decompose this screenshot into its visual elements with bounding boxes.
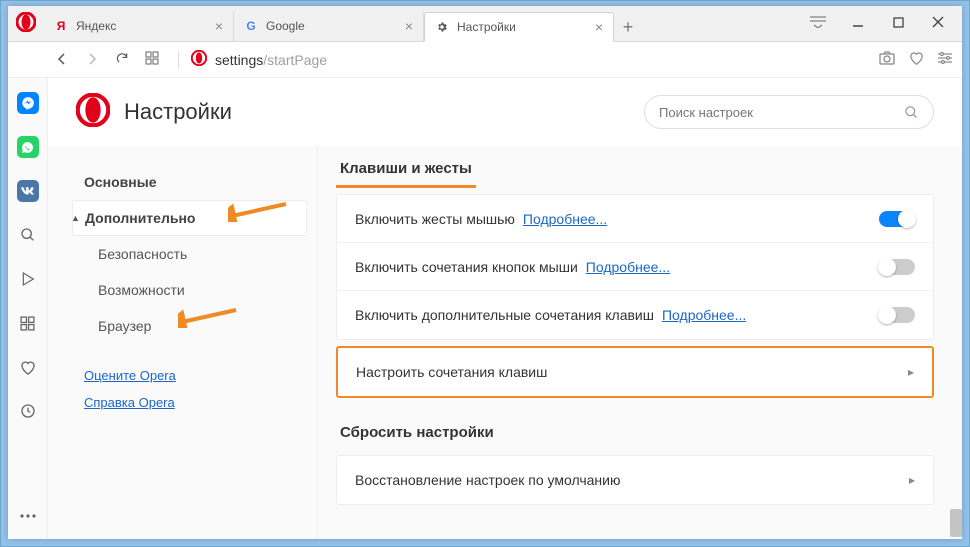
- settings-sidebar: Основные ▲ Дополнительно Безопасность Во…: [48, 146, 318, 539]
- heart-icon[interactable]: [909, 51, 924, 68]
- tab-strip: Я Яндекс × G Google × Настройки × +: [8, 6, 962, 42]
- learn-more-link[interactable]: Подробнее...: [662, 307, 746, 323]
- learn-more-link[interactable]: Подробнее...: [586, 259, 670, 275]
- maximize-button[interactable]: [878, 8, 918, 36]
- vk-icon[interactable]: [17, 180, 39, 202]
- tab-settings[interactable]: Настройки ×: [424, 12, 614, 42]
- snapshot-icon[interactable]: [879, 51, 895, 68]
- opera-url-icon: [191, 50, 207, 69]
- keys-card: Включить жесты мышью Подробнее... Включи…: [336, 194, 934, 340]
- settings-search[interactable]: [644, 95, 934, 129]
- play-icon[interactable]: [17, 268, 39, 290]
- page-title: Настройки: [124, 99, 232, 125]
- setting-label: Включить сочетания кнопок мыши: [355, 259, 578, 275]
- side-rail: [8, 78, 48, 539]
- settings-main: Настройки Основные ▲ Дополнительно: [48, 78, 962, 539]
- sidebar-item-basic[interactable]: Основные: [72, 164, 307, 200]
- back-button[interactable]: [54, 52, 70, 68]
- address-bar: settings/startPage: [8, 42, 962, 78]
- sidebar-item-security[interactable]: Безопасность: [72, 236, 307, 272]
- heart-rail-icon[interactable]: [17, 356, 39, 378]
- setting-row-mouse-gestures: Включить жесты мышью Подробнее...: [337, 195, 933, 243]
- settings-search-input[interactable]: [659, 105, 904, 120]
- sidebar-item-label: Основные: [84, 174, 157, 190]
- minimize-button[interactable]: [838, 8, 878, 36]
- setting-label: Включить жесты мышью: [355, 211, 515, 227]
- opera-menu-icon[interactable]: [16, 12, 36, 37]
- google-icon: G: [244, 19, 258, 33]
- setting-label: Включить дополнительные сочетания клавиш: [355, 307, 654, 323]
- help-opera-link[interactable]: Справка Opera: [72, 395, 307, 410]
- tab-label: Яндекс: [76, 19, 116, 33]
- sidebar-item-label: Безопасность: [98, 246, 187, 262]
- content-area: Настройки Основные ▲ Дополнительно: [8, 78, 962, 539]
- settings-header: Настройки: [48, 78, 962, 146]
- annotation-arrow: [228, 198, 288, 222]
- whatsapp-icon[interactable]: [17, 136, 39, 158]
- yandex-icon: Я: [54, 19, 68, 33]
- sidebar-item-label: Браузер: [98, 318, 151, 334]
- tab-google[interactable]: G Google ×: [234, 11, 424, 41]
- close-window-button[interactable]: [918, 8, 958, 36]
- section-title-keys: Клавиши и жесты: [336, 154, 476, 188]
- forward-button[interactable]: [84, 52, 100, 68]
- toggle-mouse-gestures[interactable]: [879, 211, 915, 227]
- tabs-menu-icon[interactable]: [798, 8, 838, 36]
- learn-more-link[interactable]: Подробнее...: [523, 211, 607, 227]
- window-controls: [798, 8, 958, 36]
- speed-dial-icon[interactable]: [144, 51, 160, 68]
- tab-label: Настройки: [457, 20, 516, 34]
- section-title-reset: Сбросить настройки: [336, 418, 498, 449]
- setting-label: Настроить сочетания клавиш: [356, 364, 547, 380]
- search-icon: [904, 105, 919, 120]
- tab-label: Google: [266, 19, 305, 33]
- close-icon[interactable]: ×: [215, 18, 223, 34]
- chevron-right-icon: ▸: [908, 365, 914, 379]
- setting-label: Восстановление настроек по умолчанию: [355, 472, 620, 488]
- more-icon[interactable]: [17, 505, 39, 527]
- toggle-mouse-chords[interactable]: [879, 259, 915, 275]
- close-icon[interactable]: ×: [405, 18, 413, 34]
- settings-content: Клавиши и жесты Включить жесты мышью Под…: [318, 146, 962, 539]
- configure-shortcuts-card: Настроить сочетания клавиш ▸: [336, 346, 934, 398]
- toggle-extra-shortcuts[interactable]: [879, 307, 915, 323]
- speed-dial-rail-icon[interactable]: [17, 312, 39, 334]
- easy-setup-icon[interactable]: [938, 51, 952, 68]
- browser-window: Я Яндекс × G Google × Настройки × +: [8, 6, 962, 539]
- rate-opera-link[interactable]: Оцените Opera: [72, 368, 307, 383]
- chevron-right-icon: ▸: [909, 473, 915, 487]
- gear-icon: [435, 20, 449, 34]
- scrollbar-thumb[interactable]: [950, 509, 962, 537]
- new-tab-button[interactable]: +: [614, 13, 642, 41]
- tab-yandex[interactable]: Я Яндекс ×: [44, 11, 234, 41]
- messenger-icon[interactable]: [17, 92, 39, 114]
- sidebar-item-label: Возможности: [98, 282, 185, 298]
- chevron-up-icon: ▲: [71, 213, 80, 223]
- sidebar-item-label: Дополнительно: [85, 210, 195, 226]
- annotation-arrow: [178, 304, 238, 328]
- reset-settings-row[interactable]: Восстановление настроек по умолчанию ▸: [337, 456, 933, 504]
- setting-row-extra-shortcuts: Включить дополнительные сочетания клавиш…: [337, 291, 933, 339]
- search-icon[interactable]: [17, 224, 39, 246]
- opera-logo-icon: [76, 93, 110, 132]
- reload-button[interactable]: [114, 51, 130, 68]
- configure-shortcuts-row[interactable]: Настроить сочетания клавиш ▸: [338, 348, 932, 396]
- setting-row-mouse-chords: Включить сочетания кнопок мыши Подробнее…: [337, 243, 933, 291]
- history-icon[interactable]: [17, 400, 39, 422]
- sidebar-item-features[interactable]: Возможности: [72, 272, 307, 308]
- close-icon[interactable]: ×: [595, 19, 603, 35]
- url-text: settings/startPage: [215, 52, 327, 68]
- url-input[interactable]: settings/startPage: [174, 50, 865, 69]
- reset-card: Восстановление настроек по умолчанию ▸: [336, 455, 934, 505]
